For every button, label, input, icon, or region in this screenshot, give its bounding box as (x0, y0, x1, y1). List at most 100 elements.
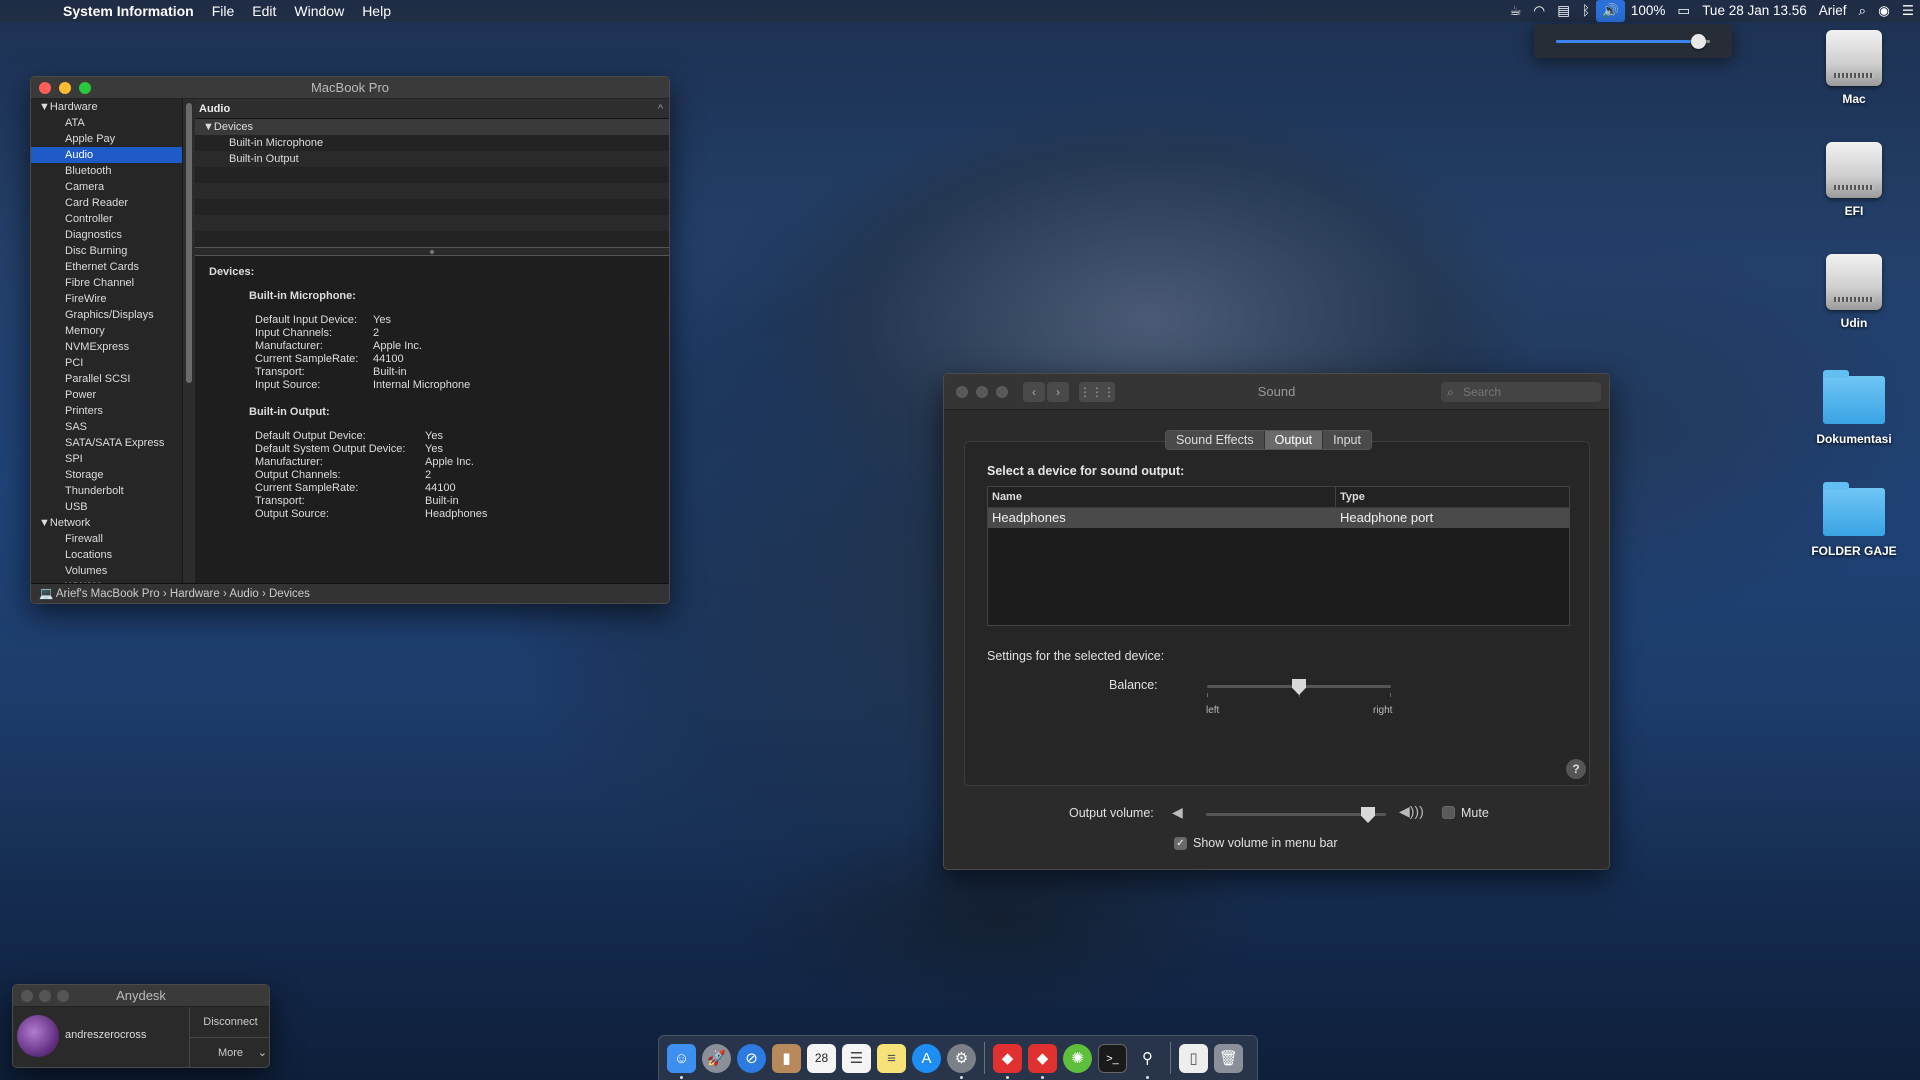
disclosure-triangle-icon[interactable]: ▼ (203, 121, 214, 133)
bluetooth-icon[interactable]: ᛒ (1576, 0, 1596, 22)
document-icon[interactable]: ▯ (1179, 1043, 1208, 1073)
sidebar-item[interactable]: SAS (31, 419, 182, 435)
activity-monitor-icon[interactable]: ▤ (1551, 0, 1576, 22)
sidebar-scrollbar[interactable] (183, 99, 195, 585)
siri-icon[interactable]: ◉ (1872, 0, 1896, 22)
close-button[interactable] (39, 82, 51, 94)
safari-icon[interactable]: ⊘ (737, 1043, 766, 1073)
tab-output[interactable]: Output (1264, 431, 1324, 449)
spotify-icon[interactable]: ✺ (1063, 1043, 1092, 1073)
sysinfo-titlebar[interactable]: MacBook Pro (31, 77, 669, 99)
desktop-folder-dokumentasi[interactable]: Dokumentasi (1794, 370, 1914, 446)
column-header-name[interactable]: Name (988, 487, 1336, 507)
menu-file[interactable]: File (203, 0, 244, 22)
scrollbar-thumb[interactable] (186, 103, 192, 383)
finder-icon[interactable]: ☺ (667, 1043, 696, 1079)
automator-icon[interactable]: ⚲ (1133, 1044, 1162, 1079)
search-input[interactable]: ⌕ Search (1441, 382, 1601, 402)
sidebar-item[interactable]: Controller (31, 211, 182, 227)
battery-percent[interactable]: 100% (1625, 0, 1672, 22)
tea-cup-icon[interactable]: ☕ (1503, 0, 1527, 22)
user-name[interactable]: Arief (1813, 0, 1853, 22)
sort-caret-icon[interactable]: ^ (658, 99, 663, 119)
sidebar-group-hardware[interactable]: ▼Hardware (31, 99, 182, 115)
sidebar-item[interactable]: Card Reader (31, 195, 182, 211)
terminal-icon[interactable]: >_ (1098, 1043, 1127, 1073)
system-preferences-icon[interactable]: ⚙ (947, 1043, 976, 1079)
column-header-type[interactable]: Type (1336, 487, 1365, 507)
desktop-disk-udin[interactable]: Udin (1794, 254, 1914, 330)
menu-window[interactable]: Window (285, 0, 353, 22)
sidebar-item[interactable]: Audio (31, 147, 182, 163)
trash-icon[interactable]: 🗑 (1214, 1043, 1243, 1073)
contacts-icon[interactable]: ▮ (772, 1043, 801, 1073)
reminders-icon[interactable]: ☰ (842, 1043, 871, 1073)
balance-slider-knob[interactable] (1292, 679, 1306, 695)
zoom-button[interactable] (57, 990, 69, 1002)
minimize-button[interactable] (39, 990, 51, 1002)
anydesk-titlebar[interactable]: Anydesk (13, 985, 269, 1007)
sidebar-item[interactable]: Thunderbolt (31, 483, 182, 499)
sidebar-item[interactable]: Apple Pay (31, 131, 182, 147)
anydesk-icon-2[interactable]: ◆ (1028, 1043, 1057, 1079)
close-button[interactable] (21, 990, 33, 1002)
minimize-button[interactable] (59, 82, 71, 94)
sidebar-item[interactable]: Power (31, 387, 182, 403)
desktop-disk-mac[interactable]: Mac (1794, 30, 1914, 106)
sidebar-item[interactable]: Diagnostics (31, 227, 182, 243)
spotlight-search-icon[interactable]: ⌕ (1853, 0, 1873, 22)
battery-icon[interactable]: ▭ (1671, 0, 1696, 22)
sidebar-item[interactable]: FireWire (31, 291, 182, 307)
disclosure-triangle-icon[interactable]: ▼ (39, 517, 50, 529)
tab-sound-effects[interactable]: Sound Effects (1166, 431, 1265, 449)
launchpad-icon[interactable]: 🚀 (702, 1043, 731, 1073)
close-button[interactable] (956, 386, 968, 398)
desktop-folder-gaje[interactable]: FOLDER GAJE (1794, 482, 1914, 558)
disclosure-triangle-icon[interactable]: ▼ (39, 101, 50, 113)
tree-group-devices[interactable]: ▼Devices (195, 119, 669, 135)
volume-icon[interactable]: 🔊 (1596, 0, 1625, 22)
sidebar-item[interactable]: NVMExpress (31, 339, 182, 355)
sidebar-item[interactable]: Graphics/Displays (31, 307, 182, 323)
tree-item-builtin-output[interactable]: Built-in Output (195, 151, 669, 167)
sidebar-item[interactable]: Storage (31, 467, 182, 483)
output-volume-slider-knob[interactable] (1361, 807, 1375, 823)
mute-checkbox[interactable] (1442, 806, 1455, 819)
output-volume-slider[interactable] (1206, 807, 1386, 823)
sidebar-item[interactable]: SPI (31, 451, 182, 467)
menu-app-name[interactable]: System Information (54, 0, 203, 22)
back-arrow-icon[interactable]: ‹ (1023, 382, 1045, 402)
sidebar-item[interactable]: Camera (31, 179, 182, 195)
sidebar-item[interactable]: Volumes (31, 563, 182, 579)
sidebar-item[interactable]: Firewall (31, 531, 182, 547)
disconnect-button[interactable]: Disconnect (190, 1007, 269, 1038)
tab-input[interactable]: Input (1323, 431, 1371, 449)
sidebar-item[interactable]: Parallel SCSI (31, 371, 182, 387)
menu-help[interactable]: Help (353, 0, 400, 22)
sidebar-item[interactable]: Disc Burning (31, 243, 182, 259)
table-header-audio[interactable]: Audio ^ (195, 99, 669, 119)
volume-popup-track[interactable] (1556, 34, 1710, 49)
sidebar-item[interactable]: Ethernet Cards (31, 259, 182, 275)
sidebar-item[interactable]: ATA (31, 115, 182, 131)
show-all-grid-icon[interactable]: ⋮⋮⋮ (1079, 382, 1115, 402)
app-store-icon[interactable]: A (912, 1043, 941, 1073)
show-volume-checkbox[interactable]: ✓ (1174, 837, 1187, 850)
tree-item-builtin-microphone[interactable]: Built-in Microphone (195, 135, 669, 151)
zoom-button[interactable] (996, 386, 1008, 398)
sidebar-item[interactable]: Fibre Channel (31, 275, 182, 291)
forward-arrow-icon[interactable]: › (1047, 382, 1069, 402)
minimize-button[interactable] (976, 386, 988, 398)
notes-icon[interactable]: ≡ (877, 1043, 906, 1073)
menu-edit[interactable]: Edit (243, 0, 285, 22)
sound-titlebar[interactable]: ‹ › ⋮⋮⋮ Sound ⌕ Search (944, 374, 1609, 410)
anydesk-icon[interactable]: ◆ (993, 1043, 1022, 1079)
path-bar-text[interactable]: Arief's MacBook Pro › Hardware › Audio ›… (56, 588, 310, 600)
sidebar-item[interactable]: Locations (31, 547, 182, 563)
zoom-button[interactable] (79, 82, 91, 94)
sidebar-item[interactable]: USB (31, 499, 182, 515)
sidebar-group-network[interactable]: ▼Network (31, 515, 182, 531)
sidebar-item[interactable]: SATA/SATA Express (31, 435, 182, 451)
desktop-disk-efi[interactable]: EFI (1794, 142, 1914, 218)
sidebar-item[interactable]: Printers (31, 403, 182, 419)
